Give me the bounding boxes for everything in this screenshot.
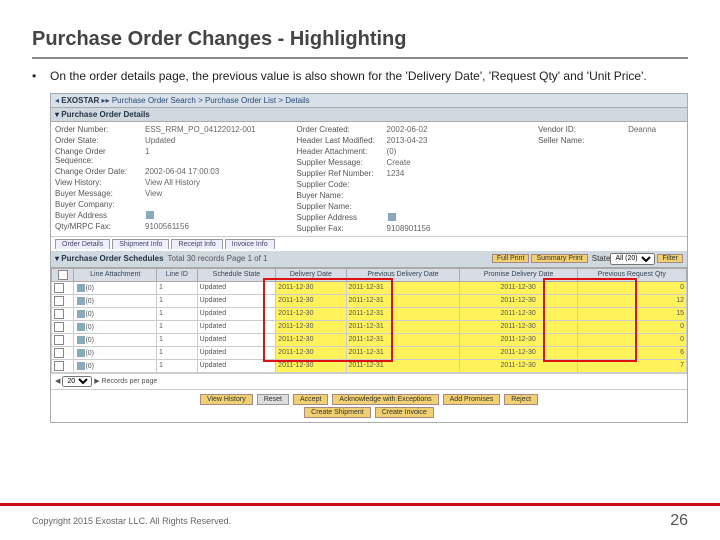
row-checkbox[interactable]: [54, 309, 64, 319]
bullet-text: On the order details page, the previous …: [50, 69, 647, 85]
slide-footer: Copyright 2015 Exostar LLC. All Rights R…: [0, 503, 720, 530]
table-row: (0)1Updated2011-12-302011-12-312011-12-3…: [52, 320, 687, 333]
pager: ◀ 20 ▶ Records per page: [51, 373, 687, 389]
address-icon: [146, 211, 154, 219]
create-invoice-button[interactable]: Create Invoice: [375, 407, 434, 418]
row-checkbox[interactable]: [54, 322, 64, 332]
table-row: (0)1Updated2011-12-302011-12-312011-12-3…: [52, 333, 687, 346]
table-row: (0)1Updated2011-12-302011-12-312011-12-3…: [52, 281, 687, 294]
attachment-icon: [77, 362, 85, 370]
schedules-table: Line AttachmentLine IDSchedule StateDeli…: [51, 268, 687, 373]
detail-row: Change Order Sequence:1: [55, 146, 297, 166]
records-per-page-select[interactable]: 20: [62, 376, 92, 387]
address-icon: [388, 213, 396, 221]
table-row: (0)1Updated2011-12-302011-12-312011-12-3…: [52, 307, 687, 320]
attachment-icon: [77, 349, 85, 357]
detail-row: Supplier Code:: [297, 179, 539, 190]
acknowledge-with-exceptions-button[interactable]: Acknowledge with Exceptions: [332, 394, 438, 405]
detail-row: Header Last Modified:2013-04-23: [297, 135, 539, 146]
row-checkbox[interactable]: [54, 335, 64, 345]
row-checkbox[interactable]: [54, 348, 64, 358]
col-header: Line Attachment: [74, 268, 157, 281]
row-checkbox[interactable]: [54, 296, 64, 306]
table-row: (0)1Updated2011-12-302011-12-312011-12-3…: [52, 346, 687, 359]
copyright: Copyright 2015 Exostar LLC. All Rights R…: [32, 516, 670, 526]
app-screenshot: ◂ EXOSTAR ▸▸ Purchase Order Search > Pur…: [50, 93, 688, 423]
action-buttons-row: View History Reset Accept Acknowledge with …: [51, 389, 687, 422]
add-promises-button[interactable]: Add Promises: [443, 394, 501, 405]
detail-row: Order State:Updated: [55, 135, 297, 146]
col-header: Previous Request Qty: [577, 268, 686, 281]
po-details-grid: Order Number:ESS_RRM_PO_04122012-001Orde…: [51, 122, 687, 236]
slide-bullet: • On the order details page, the previou…: [32, 69, 688, 85]
attachment-icon: [77, 297, 85, 305]
reject-button[interactable]: Reject: [504, 394, 538, 405]
reset-button[interactable]: Reset: [257, 394, 289, 405]
detail-row: Order Number:ESS_RRM_PO_04122012-001: [55, 124, 297, 135]
breadcrumb: ◂ EXOSTAR ▸▸ Purchase Order Search > Pur…: [51, 94, 687, 108]
col-header: [52, 268, 74, 281]
col-header: Previous Delivery Date: [346, 268, 460, 281]
title-divider: [32, 57, 688, 59]
detail-row: Buyer Company:: [55, 199, 297, 210]
detail-row: Qty/MRPC Fax:9100561156: [55, 221, 297, 232]
detail-row: Buyer Address: [55, 210, 297, 221]
attachment-icon: [77, 284, 85, 292]
col-header: Delivery Date: [276, 268, 346, 281]
tab-invoice-info[interactable]: Invoice Info: [225, 239, 275, 249]
tabs-row: Order DetailsShipment InfoReceipt InfoIn…: [51, 236, 687, 251]
accept-button[interactable]: Accept: [293, 394, 328, 405]
tab-shipment-info[interactable]: Shipment Info: [112, 239, 169, 249]
detail-row: Buyer Name:: [297, 190, 539, 201]
attachment-icon: [77, 323, 85, 331]
section-po-details: ▾ Purchase Order Details: [51, 108, 687, 122]
summary-print-button[interactable]: Summary Print: [531, 254, 587, 263]
attachment-icon: [77, 336, 85, 344]
row-checkbox[interactable]: [54, 361, 64, 371]
page-number: 26: [670, 512, 688, 530]
state-filter-select[interactable]: All (20): [610, 253, 655, 265]
col-header: Promise Delivery Date: [460, 268, 577, 281]
detail-row: Change Order Date:2002-06-04 17:00:03: [55, 166, 297, 177]
tab-order-details[interactable]: Order Details: [55, 239, 110, 249]
detail-row: Order Created:2002-06-02: [297, 124, 539, 135]
filter-button[interactable]: Filter: [657, 254, 683, 263]
detail-row: Supplier Name:: [297, 201, 539, 212]
create-shipment-button[interactable]: Create Shipment: [304, 407, 371, 418]
slide-title: Purchase Order Changes - Highlighting: [32, 28, 688, 51]
col-header: Line ID: [157, 268, 198, 281]
detail-row: Seller Name:: [538, 135, 683, 146]
detail-row: Supplier Ref Number:1234: [297, 168, 539, 179]
schedules-header: ▾ Purchase Order Schedules Total 30 reco…: [51, 251, 687, 268]
full-print-button[interactable]: Full Print: [492, 254, 530, 263]
detail-row: Supplier Fax:9108901156: [297, 223, 539, 234]
tab-receipt-info[interactable]: Receipt Info: [171, 239, 222, 249]
col-header: Schedule State: [197, 268, 276, 281]
detail-row: Supplier Address: [297, 212, 539, 223]
detail-row: Supplier Message:Create: [297, 157, 539, 168]
detail-row: View History:View All History: [55, 177, 297, 188]
detail-row: Vendor ID:Deanna: [538, 124, 683, 135]
attachment-icon: [77, 310, 85, 318]
detail-row: Buyer Message:View: [55, 188, 297, 199]
row-checkbox[interactable]: [54, 283, 64, 293]
view-history-button[interactable]: View History: [200, 394, 253, 405]
table-row: (0)1Updated2011-12-302011-12-312011-12-3…: [52, 359, 687, 372]
detail-row: Header Attachment:(0): [297, 146, 539, 157]
table-row: (0)1Updated2011-12-302011-12-312011-12-3…: [52, 294, 687, 307]
